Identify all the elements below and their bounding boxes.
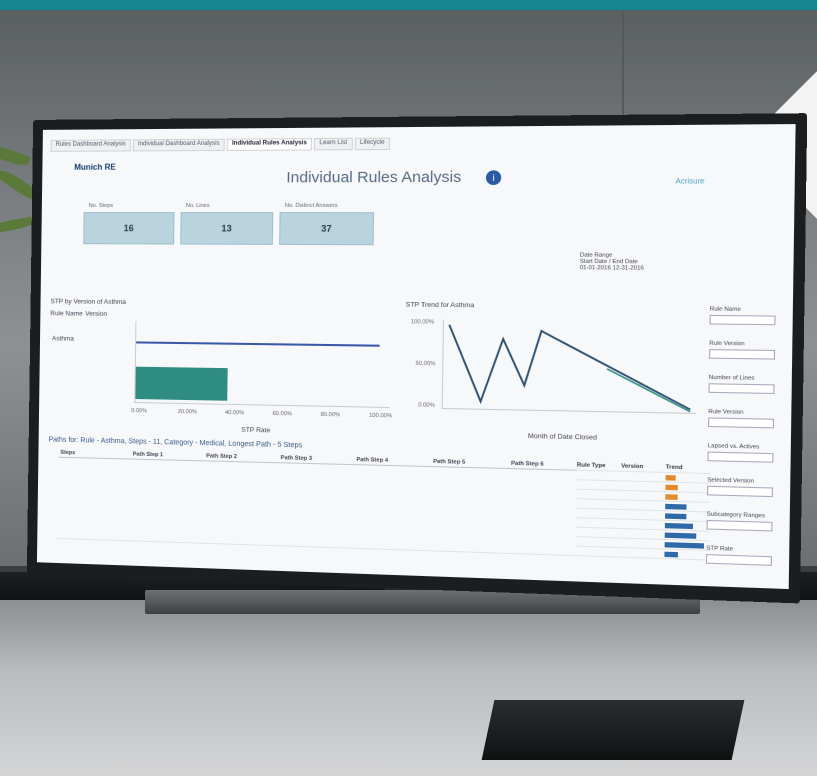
side-filter-label: Lapsed vs. Actives bbox=[707, 443, 760, 451]
side-filter-label: Rule Name bbox=[709, 306, 741, 314]
munich-re-logo: Munich RE bbox=[74, 162, 116, 172]
mini-bar bbox=[664, 522, 693, 529]
mini-bar bbox=[665, 512, 687, 519]
version-bar bbox=[135, 366, 228, 401]
side-filter-dropdown[interactable] bbox=[709, 314, 776, 326]
side-filter-dropdown[interactable] bbox=[705, 554, 773, 566]
left-x-tick: 60.00% bbox=[272, 410, 293, 418]
side-filter-dropdown[interactable] bbox=[708, 383, 775, 395]
side-filter[interactable]: STP Rate bbox=[705, 545, 773, 566]
side-filter-label: Rule Version bbox=[708, 408, 744, 416]
info-icon[interactable]: i bbox=[485, 170, 502, 186]
mini-bar bbox=[664, 541, 705, 549]
tab-individual-rules[interactable]: Individual Rules Analysis bbox=[226, 138, 313, 151]
version-line bbox=[136, 341, 380, 347]
game-console-box bbox=[481, 700, 745, 760]
side-filter[interactable]: Lapsed vs. Actives bbox=[707, 443, 774, 463]
right-y-tick: 50.00% bbox=[415, 360, 436, 368]
side-filters: Rule Name Rule Version Number of Lines Rule… bbox=[43, 124, 796, 566]
right-x-label: Month of Date Closed bbox=[527, 432, 598, 442]
top-teal-band bbox=[0, 0, 817, 10]
trend-line-accent bbox=[606, 369, 690, 412]
left-x-tick: 20.00% bbox=[177, 408, 197, 416]
dashboard-tabs: Rules Dashboard Analysis Individual Dash… bbox=[50, 137, 390, 152]
left-chart-title: STP by Version of Asthma bbox=[50, 298, 127, 306]
dashboard-screen: Rules Dashboard Analysis Individual Dash… bbox=[36, 124, 796, 590]
mini-bar bbox=[665, 474, 676, 481]
start-date-value[interactable]: 01-01-2016 bbox=[580, 265, 611, 272]
row-label-asthma: Asthma bbox=[51, 335, 74, 343]
left-x-label: STP Rate bbox=[241, 426, 271, 435]
version-header: Version bbox=[85, 310, 108, 318]
mini-rows bbox=[575, 470, 711, 561]
kpi-label: No. Distinct Answers bbox=[284, 202, 338, 210]
tv-monitor: Rules Dashboard Analysis Individual Dash… bbox=[26, 113, 808, 604]
side-filter-dropdown[interactable] bbox=[706, 519, 773, 532]
side-filter[interactable]: Number of Lines bbox=[708, 374, 775, 395]
stp-by-version-chart bbox=[134, 321, 391, 409]
mini-bar bbox=[665, 493, 678, 500]
mini-header-cell: Trend bbox=[665, 464, 683, 472]
page-title: Individual Rules Analysis bbox=[286, 168, 462, 187]
side-filter[interactable]: Rule Version bbox=[708, 340, 776, 360]
tab-rules-dashboard[interactable]: Rules Dashboard Analysis bbox=[50, 139, 131, 152]
side-filter-dropdown[interactable] bbox=[707, 417, 775, 429]
right-y-tick: 100.00% bbox=[410, 319, 435, 326]
side-filter-dropdown[interactable] bbox=[708, 349, 776, 360]
rule-type-mini-table: Rule Type Version Trend bbox=[575, 461, 711, 561]
tab-learn-list[interactable]: Learn List bbox=[314, 137, 353, 151]
tab-individual-dashboard[interactable]: Individual Dashboard Analysis bbox=[132, 138, 225, 152]
living-room-scene: Rules Dashboard Analysis Individual Dash… bbox=[0, 0, 817, 776]
left-x-tick: 40.00% bbox=[224, 409, 245, 417]
side-filter-label: Number of Lines bbox=[708, 374, 755, 382]
mini-bar bbox=[665, 484, 678, 490]
side-filter-label: Selected Version bbox=[707, 477, 755, 485]
kpi-value: 16 bbox=[123, 223, 134, 234]
kpi-steps: No. Steps 16 bbox=[83, 203, 175, 245]
left-x-tick: 0.00% bbox=[131, 408, 148, 415]
side-filter-dropdown[interactable] bbox=[706, 485, 774, 498]
mini-bar bbox=[664, 551, 679, 557]
side-filter[interactable]: Rule Version bbox=[707, 408, 775, 429]
side-filter-label: STP Rate bbox=[706, 545, 734, 553]
rule-name-header: Rule Name bbox=[50, 310, 83, 318]
right-chart-title: STP Trend for Asthma bbox=[405, 301, 475, 310]
kpi-lines: No. Lines 13 bbox=[180, 203, 274, 245]
kpi-label: No. Lines bbox=[185, 202, 210, 210]
kpi-label: No. Steps bbox=[88, 202, 114, 210]
kpi-distinct-answers: No. Distinct Answers 37 bbox=[279, 203, 375, 246]
side-filter[interactable]: Subcategory Ranges bbox=[706, 511, 773, 532]
mini-header-cell: Version bbox=[621, 463, 644, 471]
end-date-value[interactable]: 12-31-2016 bbox=[612, 265, 643, 272]
mini-bar bbox=[664, 531, 697, 539]
tab-lifecycle[interactable]: Lifecycle bbox=[354, 137, 390, 151]
trend-line bbox=[448, 325, 691, 410]
left-x-tick: 80.00% bbox=[320, 411, 341, 419]
mini-header-cell: Rule Type bbox=[576, 462, 606, 470]
kpi-value: 37 bbox=[321, 223, 332, 234]
side-filter[interactable]: Selected Version bbox=[706, 477, 774, 498]
right-y-tick: 0.00% bbox=[418, 402, 435, 409]
side-filter-dropdown[interactable] bbox=[707, 451, 774, 463]
mini-bar bbox=[665, 503, 687, 510]
paths-table: Steps Path Step 1 Path Step 2 Path Step 3 Pa… bbox=[57, 448, 588, 557]
kpi-value: 13 bbox=[221, 223, 232, 234]
brand-logo: Acrisure bbox=[675, 178, 705, 186]
paths-title: Paths for: Rule - Asthma, Steps - 11, Ca… bbox=[48, 436, 303, 450]
stp-trend-svg bbox=[443, 319, 697, 412]
side-filter[interactable]: Rule Name bbox=[709, 306, 776, 326]
stp-trend-chart bbox=[441, 319, 698, 413]
side-filter-label: Rule Version bbox=[709, 340, 745, 348]
date-range-filter[interactable]: Date Range Start Date / End Date 01-01-2… bbox=[580, 252, 644, 271]
left-x-tick: 100.00% bbox=[369, 412, 393, 420]
side-filter-label: Subcategory Ranges bbox=[706, 511, 766, 520]
left-x-ticks: 0.00% 20.00% 40.00% 60.00% 80.00% 100.00% bbox=[43, 124, 796, 419]
